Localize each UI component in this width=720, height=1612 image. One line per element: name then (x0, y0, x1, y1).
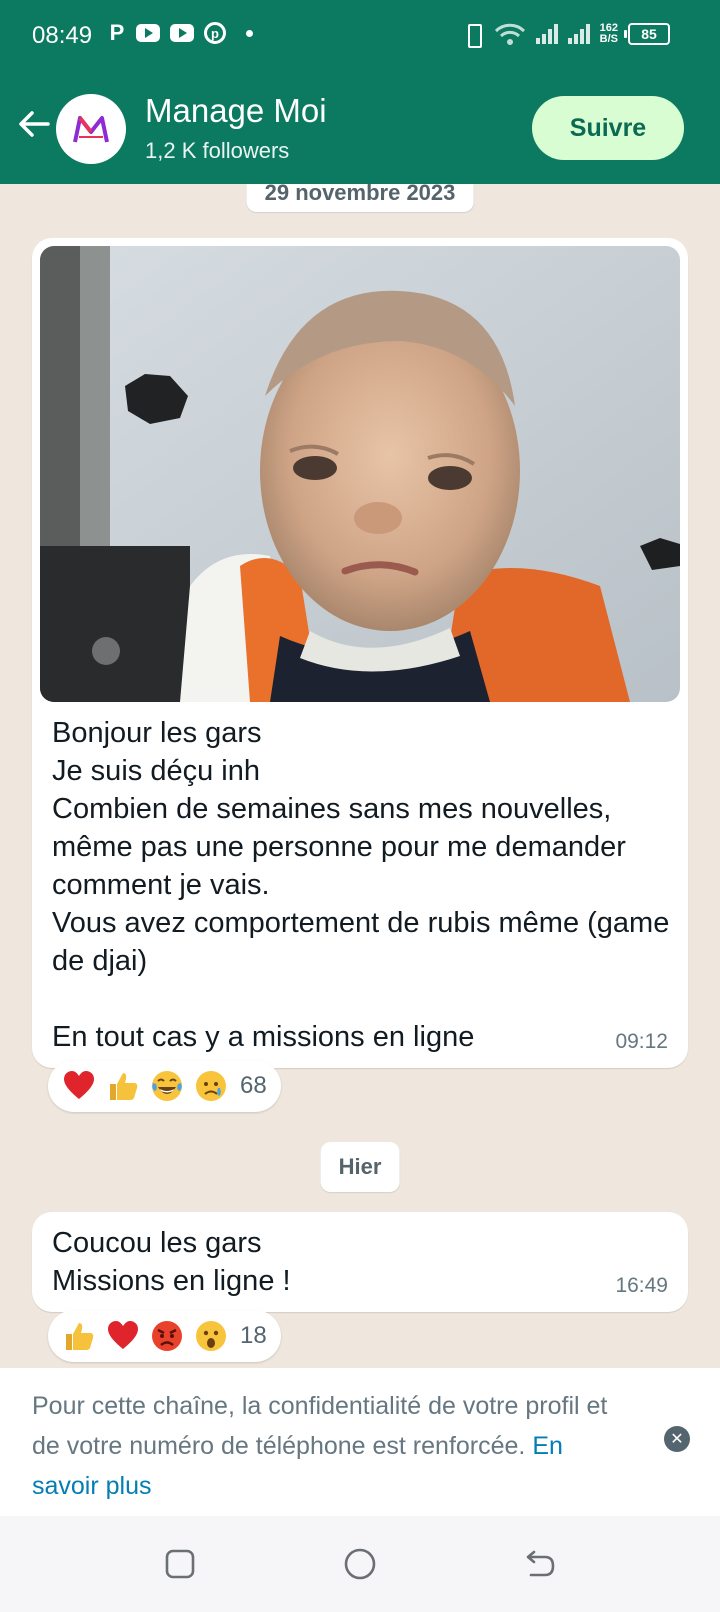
privacy-text: Pour cette chaîne, la confidentialité de… (32, 1392, 608, 1500)
more-notifications-dot (246, 29, 253, 37)
status-time: 08:49 (32, 22, 93, 49)
follow-button[interactable]: Suivre (532, 96, 684, 160)
surprised-emoji (194, 1319, 228, 1353)
thumbs-up-emoji (106, 1069, 140, 1103)
notification-icons: P p (108, 20, 253, 45)
back-button[interactable] (518, 1542, 562, 1586)
reactions-bar[interactable]: 68 (48, 1060, 281, 1112)
status-bar: 08:49 P p 162 B/S 85 (0, 0, 720, 74)
message-image[interactable] (40, 246, 680, 702)
message-bubble[interactable]: Bonjour les gars Je suis déçu inh Combie… (32, 238, 688, 1068)
close-icon[interactable]: ✕ (664, 1426, 690, 1452)
message-text: Bonjour les gars Je suis déçu inh Combie… (52, 717, 670, 1053)
channel-avatar[interactable] (56, 94, 126, 164)
reaction-count: 18 (240, 1322, 267, 1349)
youtube-icon (136, 24, 160, 42)
system-icons: 162 B/S 85 (462, 22, 670, 48)
reaction-count: 68 (240, 1072, 267, 1099)
date-separator: Hier (320, 1142, 400, 1192)
p-app-icon: P (109, 20, 125, 45)
home-button[interactable] (338, 1542, 382, 1586)
message-time: 09:12 (615, 1030, 668, 1053)
angry-emoji (150, 1319, 184, 1353)
red-heart-emoji (62, 1069, 96, 1103)
message-text: Coucou les gars Missions en ligne ! (52, 1227, 291, 1297)
network-speed: 162 B/S (599, 22, 618, 45)
thumbs-up-emoji (62, 1319, 96, 1353)
signal-icon (567, 24, 590, 44)
red-heart-emoji (106, 1319, 140, 1353)
manage-moi-logo (73, 116, 109, 143)
message-bubble[interactable]: Coucou les gars Missions en ligne ! 16:4… (32, 1212, 688, 1312)
pinterest-icon: p (204, 22, 226, 44)
date-separator: 29 novembre 2023 (246, 184, 474, 212)
channel-header: Manage Moi 1,2 K followers Suivre (0, 74, 720, 184)
channel-name[interactable]: Manage Moi (145, 92, 327, 130)
signal-icon (535, 24, 558, 44)
tears-of-joy-emoji (150, 1069, 184, 1103)
chat-area[interactable]: 29 novembre 2023 Bonjour les gars Je sui… (0, 184, 720, 1368)
wifi-icon (494, 23, 525, 45)
sad-emoji (194, 1069, 228, 1103)
privacy-banner: Pour cette chaîne, la confidentialité de… (0, 1368, 720, 1516)
reactions-bar[interactable]: 18 (48, 1310, 281, 1362)
message-time: 16:49 (615, 1274, 668, 1297)
back-arrow-icon[interactable] (14, 104, 54, 144)
battery-icon: 85 (624, 23, 670, 45)
vibrate-icon (462, 22, 484, 48)
recent-apps-button[interactable] (158, 1542, 202, 1586)
follower-count: 1,2 K followers (145, 138, 290, 163)
youtube-icon (170, 24, 194, 42)
system-nav-bar (0, 1516, 720, 1612)
